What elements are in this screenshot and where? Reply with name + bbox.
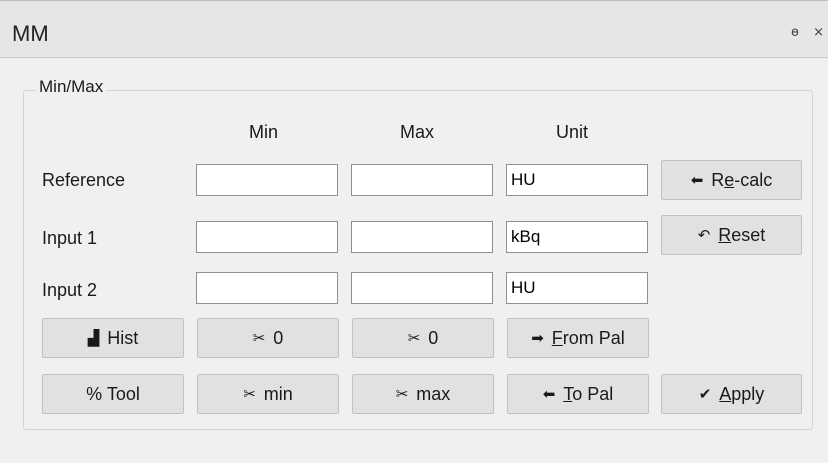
window-title: MM bbox=[12, 21, 49, 46]
checkmark-icon: ✔ bbox=[698, 386, 712, 403]
input2-unit-field[interactable] bbox=[506, 272, 648, 304]
input2-min-field[interactable] bbox=[196, 272, 338, 304]
histogram-icon: ▟ bbox=[87, 330, 100, 347]
input2-label: Input 2 bbox=[42, 280, 98, 300]
hist-button[interactable]: ▟ Hist bbox=[42, 318, 184, 358]
input1-max-field[interactable] bbox=[351, 221, 493, 253]
column-header-min: Min bbox=[249, 122, 279, 142]
reference-label: Reference bbox=[42, 170, 126, 190]
close-icon[interactable]: × bbox=[813, 25, 824, 40]
to-pal-button[interactable]: ⬅ To Pal bbox=[507, 374, 649, 414]
from-pal-button[interactable]: ➡ From Pal bbox=[507, 318, 649, 358]
reset-button[interactable]: ↶ Reset bbox=[661, 215, 802, 255]
recalc-button[interactable]: ⬅ Re-calc bbox=[661, 160, 802, 200]
double-right-arrow-icon: ➡ bbox=[531, 330, 544, 347]
column-header-max: Max bbox=[400, 122, 435, 142]
apply-button[interactable]: ✔ Apply bbox=[661, 374, 802, 414]
cut-icon: ✂ bbox=[243, 386, 256, 403]
cut-icon: ✂ bbox=[252, 330, 266, 347]
reference-min-field[interactable] bbox=[196, 164, 338, 196]
left-arrow-icon: ⬅ bbox=[690, 172, 704, 189]
restore-icon[interactable]: ѳ bbox=[791, 25, 799, 40]
undo-arrow-icon: ↶ bbox=[697, 227, 711, 244]
tool-button[interactable]: % Tool bbox=[42, 374, 184, 414]
reference-unit-field[interactable] bbox=[506, 164, 648, 196]
min-zero-button[interactable]: ✂ 0 bbox=[197, 318, 339, 358]
column-header-unit: Unit bbox=[556, 122, 589, 142]
input2-max-field[interactable] bbox=[351, 272, 493, 304]
cut-max-button[interactable]: ✂ max bbox=[352, 374, 494, 414]
input1-min-field[interactable] bbox=[196, 221, 338, 253]
group-title: Min/Max bbox=[36, 77, 107, 97]
input1-label: Input 1 bbox=[42, 228, 98, 248]
cut-icon: ✂ bbox=[407, 330, 421, 347]
input1-unit-field[interactable] bbox=[506, 221, 648, 253]
cut-min-button[interactable]: ✂ min bbox=[197, 374, 339, 414]
reference-max-field[interactable] bbox=[351, 164, 493, 196]
title-bar: MM ѳ × bbox=[0, 0, 828, 58]
cut-icon: ✂ bbox=[395, 386, 409, 403]
double-left-arrow-icon: ⬅ bbox=[542, 386, 556, 403]
max-zero-button[interactable]: ✂ 0 bbox=[352, 318, 494, 358]
